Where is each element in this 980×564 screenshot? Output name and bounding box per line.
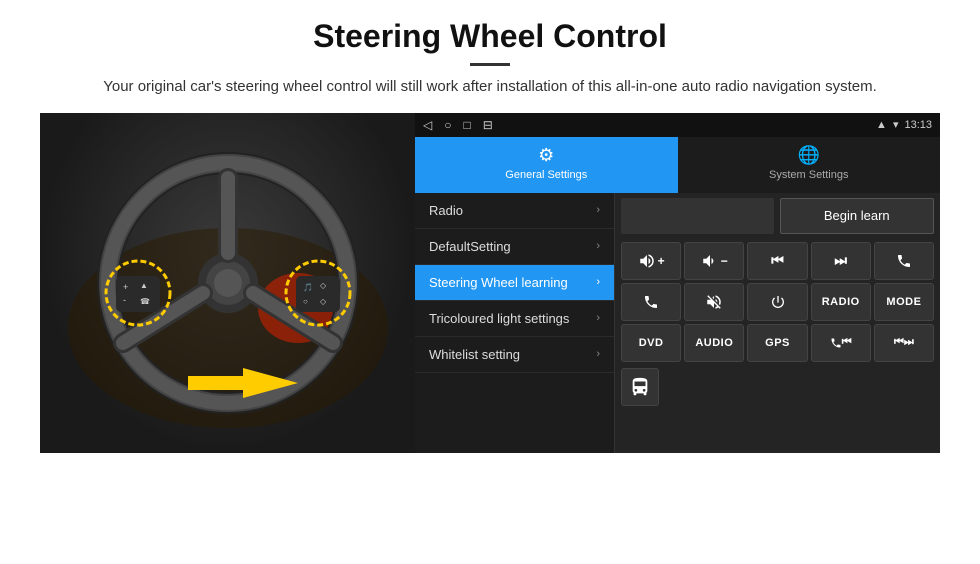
menu-steering-label: Steering Wheel learning <box>429 275 568 290</box>
bottom-icon-row <box>615 365 940 409</box>
headunit-panel: ◁ ○ □ ⊟ ▲ ▾ 13:13 ⚙ General Settings <box>415 113 940 453</box>
chevron-icon-steering: › <box>596 276 600 288</box>
system-settings-icon: 🌐 <box>798 145 820 166</box>
button-grid: + − ⏮ ⏭ <box>615 239 940 365</box>
back-icon[interactable]: ◁ <box>423 118 432 132</box>
power-button[interactable] <box>747 283 807 321</box>
chevron-icon-whitelist: › <box>596 348 600 360</box>
clock: 13:13 <box>904 119 932 131</box>
mode-button[interactable]: MODE <box>874 283 934 321</box>
content-row: + ▲ - ☎ 🎵 ◇ ○ ◇ <box>40 113 940 453</box>
tab-general-settings[interactable]: ⚙ General Settings <box>415 137 678 193</box>
menu-radio-label: Radio <box>429 203 463 218</box>
phone-button[interactable] <box>874 242 934 280</box>
menu-default-label: DefaultSetting <box>429 239 511 254</box>
svg-text:🎵: 🎵 <box>303 283 313 292</box>
recent-icon[interactable]: □ <box>463 118 470 132</box>
btn-row-1: + − ⏮ ⏭ <box>621 242 934 280</box>
btn-row-3: DVD AUDIO GPS ⏮ ⏮⏭ <box>621 324 934 362</box>
svg-text:+: + <box>123 282 128 292</box>
prev-track-button[interactable]: ⏮ <box>747 242 807 280</box>
page-container: Steering Wheel Control Your original car… <box>0 0 980 463</box>
page-title: Steering Wheel Control <box>40 18 940 55</box>
svg-text:☎: ☎ <box>140 297 150 306</box>
svg-text:▲: ▲ <box>140 281 148 290</box>
vol-up-button[interactable]: + <box>621 242 681 280</box>
svg-text:-: - <box>123 295 126 305</box>
status-bar: ◁ ○ □ ⊟ ▲ ▾ 13:13 <box>415 113 940 137</box>
menu-tricoloured-label: Tricoloured light settings <box>429 311 569 326</box>
settings-menu: Radio › DefaultSetting › Steering Wheel … <box>415 193 615 453</box>
next-track-button[interactable]: ⏭ <box>811 242 871 280</box>
btn-row-2: RADIO MODE <box>621 283 934 321</box>
svg-text:◇: ◇ <box>320 281 327 290</box>
audio-button[interactable]: AUDIO <box>684 324 744 362</box>
menu-whitelist-label: Whitelist setting <box>429 347 520 362</box>
menu-item-default[interactable]: DefaultSetting › <box>415 229 614 265</box>
dvd-button[interactable]: DVD <box>621 324 681 362</box>
steering-photo: + ▲ - ☎ 🎵 ◇ ○ ◇ <box>40 113 415 453</box>
svg-text:◇: ◇ <box>320 297 327 306</box>
prev-next-button[interactable]: ⏮⏭ <box>874 324 934 362</box>
home-icon[interactable]: ○ <box>444 118 451 132</box>
phone-prev-button[interactable]: ⏮ <box>811 324 871 362</box>
tab-system-settings[interactable]: 🌐 System Settings <box>678 137 941 193</box>
control-row-1: Begin learn <box>615 193 940 239</box>
location-icon: ▲ <box>876 119 887 131</box>
menu-item-whitelist[interactable]: Whitelist setting › <box>415 337 614 373</box>
steering-wheel-svg: + ▲ - ☎ 🎵 ◇ ○ ◇ <box>58 128 398 438</box>
chevron-icon-tricoloured: › <box>596 312 600 324</box>
vol-down-button[interactable]: − <box>684 242 744 280</box>
bus-icon-button[interactable] <box>621 368 659 406</box>
status-bar-left: ◁ ○ □ ⊟ <box>423 118 493 132</box>
empty-indicator-box <box>621 198 774 234</box>
general-settings-icon: ⚙ <box>538 145 554 166</box>
menu-item-steering[interactable]: Steering Wheel learning › <box>415 265 614 301</box>
title-divider <box>470 63 510 66</box>
tab-bar: ⚙ General Settings 🌐 System Settings <box>415 137 940 193</box>
gps-button[interactable]: GPS <box>747 324 807 362</box>
tab-general-settings-label: General Settings <box>505 169 587 181</box>
answer-call-button[interactable] <box>621 283 681 321</box>
chevron-icon-radio: › <box>596 204 600 216</box>
svg-text:○: ○ <box>303 297 308 306</box>
control-panel: Begin learn + − <box>615 193 940 453</box>
wifi-icon: ▾ <box>893 118 899 131</box>
begin-learn-button[interactable]: Begin learn <box>780 198 935 234</box>
tab-system-settings-label: System Settings <box>769 169 848 181</box>
radio-button[interactable]: RADIO <box>811 283 871 321</box>
menu-icon[interactable]: ⊟ <box>483 118 493 132</box>
chevron-icon-default: › <box>596 240 600 252</box>
menu-item-tricoloured[interactable]: Tricoloured light settings › <box>415 301 614 337</box>
menu-item-radio[interactable]: Radio › <box>415 193 614 229</box>
settings-list: Radio › DefaultSetting › Steering Wheel … <box>415 193 940 453</box>
header-section: Steering Wheel Control Your original car… <box>40 18 940 99</box>
mute-button[interactable] <box>684 283 744 321</box>
status-bar-right: ▲ ▾ 13:13 <box>876 118 932 131</box>
subtitle-text: Your original car's steering wheel contr… <box>80 76 900 99</box>
